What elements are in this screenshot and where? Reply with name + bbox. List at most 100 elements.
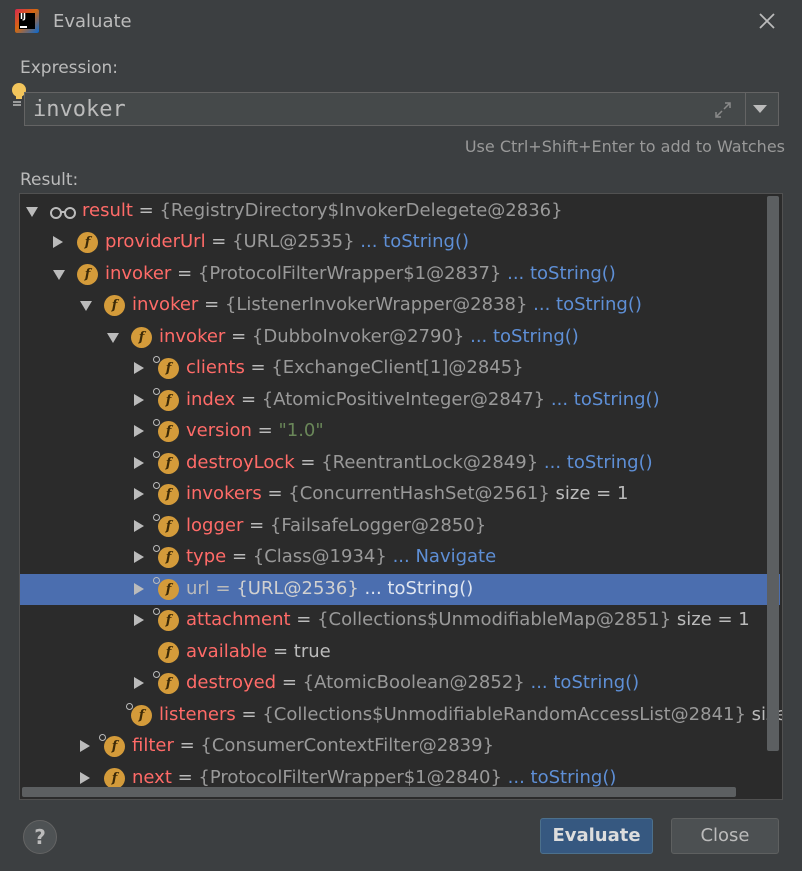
value-action-link[interactable]: ... toString() <box>360 231 469 252</box>
tree-row[interactable]: f type = {Class@1934} ... Navigate <box>20 542 780 573</box>
variable-value: {Class@1934} <box>252 546 387 567</box>
expand-arrow-icon[interactable] <box>134 614 144 626</box>
variable-name: logger <box>186 515 244 536</box>
tree-row-text: destroyLock = {ReentrantLock@2849} ... t… <box>186 452 653 473</box>
tree-row-text: filter = {ConsumerContextFilter@2839} <box>132 735 494 756</box>
close-button[interactable]: Close <box>671 818 779 854</box>
title-bar: IJ Evaluate <box>0 0 802 44</box>
tree-row[interactable]: f invoker = {DubboInvoker@2790} ... toStr… <box>20 322 780 353</box>
evaluate-button[interactable]: Evaluate <box>540 818 653 854</box>
variable-value: {ReentrantLock@2849} <box>321 452 539 473</box>
expand-arrow-icon[interactable] <box>134 583 144 595</box>
collection-size: size = 1 <box>555 483 629 504</box>
tree-row[interactable]: f listeners = {Collections$UnmodifiableRa… <box>20 700 782 731</box>
collapse-arrow-icon[interactable] <box>53 270 65 280</box>
value-action-link[interactable]: ... toString() <box>533 294 642 315</box>
expand-arrow-icon[interactable] <box>53 236 63 248</box>
variable-value: {AtomicPositiveInteger@2847} <box>261 389 546 410</box>
value-action-link[interactable]: ... toString() <box>507 263 616 284</box>
field-icon: f <box>104 768 125 789</box>
variable-name: next <box>132 767 172 788</box>
expand-icon[interactable] <box>713 100 733 120</box>
variable-value: {ProtocolFilterWrapper$1@2837} <box>197 263 502 284</box>
expand-arrow-icon[interactable] <box>134 394 144 406</box>
variable-name: result <box>82 200 133 221</box>
tree-row[interactable]: f url = {URL@2536} ... toString() <box>20 574 780 605</box>
expand-arrow-icon[interactable] <box>80 740 90 752</box>
tree-row[interactable]: f providerUrl = {URL@2535} ... toString() <box>20 227 780 258</box>
tree-row[interactable]: f filter = {ConsumerContextFilter@2839} <box>20 731 780 762</box>
field-icon: f <box>153 451 179 474</box>
tree-row[interactable]: f invokers = {ConcurrentHashSet@2561} siz… <box>20 479 780 510</box>
tree-row[interactable]: f destroyed = {AtomicBoolean@2852} ... to… <box>20 668 780 699</box>
collapse-arrow-icon[interactable] <box>107 333 119 343</box>
tree-row-text: result = {RegistryDirectory$InvokerDeleg… <box>82 200 563 221</box>
expand-arrow-icon[interactable] <box>134 362 144 374</box>
value-action-link[interactable]: ... toString() <box>470 326 579 347</box>
tree-row[interactable]: f destroyLock = {ReentrantLock@2849} ... … <box>20 448 780 479</box>
field-icon: f <box>77 264 98 285</box>
field-icon: f <box>153 514 179 537</box>
expression-input[interactable] <box>33 96 693 122</box>
tree-row[interactable]: f version = "1.0" <box>20 416 780 447</box>
value-action-link[interactable]: ... toString() <box>544 452 653 473</box>
expand-arrow-icon[interactable] <box>80 772 90 784</box>
variable-value: {DubboInvoker@2790} <box>251 326 465 347</box>
expand-arrow-icon[interactable] <box>134 488 144 500</box>
value-action-link[interactable]: ... toString() <box>530 672 639 693</box>
tree-row-text: type = {Class@1934} ... Navigate <box>186 546 497 567</box>
variable-name: destroyed <box>186 672 277 693</box>
variable-name: invoker <box>105 263 172 284</box>
tree-row[interactable]: f logger = {FailsafeLogger@2850} <box>20 511 780 542</box>
tree-row-text: listeners = {Collections$UnmodifiableRan… <box>159 704 782 726</box>
field-icon: f <box>153 388 179 411</box>
tree-row[interactable]: f index = {AtomicPositiveInteger@2847} ..… <box>20 385 780 416</box>
tree-row-text: available = true <box>186 641 331 662</box>
expand-arrow-icon[interactable] <box>134 457 144 469</box>
variable-name: clients <box>186 357 245 378</box>
horizontal-scrollbar[interactable] <box>22 787 736 797</box>
vertical-scrollbar[interactable] <box>767 196 779 751</box>
tree-row-text: invoker = {ProtocolFilterWrapper$1@2837}… <box>105 263 616 284</box>
tree-row[interactable]: f available = true <box>20 637 780 668</box>
close-icon[interactable] <box>756 10 778 32</box>
expand-arrow-icon[interactable] <box>134 677 144 689</box>
result-label: Result: <box>20 170 79 190</box>
variable-value: {RegistryDirectory$InvokerDelegete@2836} <box>159 200 563 221</box>
variable-name: type <box>186 546 227 567</box>
value-action-link[interactable]: ... Navigate <box>393 546 497 567</box>
variable-value: {Collections$UnmodifiableMap@2851} <box>317 609 672 630</box>
expand-arrow-icon[interactable] <box>134 551 144 563</box>
variable-name: providerUrl <box>105 231 206 252</box>
tree-row-text: attachment = {Collections$UnmodifiableMa… <box>186 609 750 630</box>
tree-row[interactable]: result = {RegistryDirectory$InvokerDeleg… <box>20 196 780 227</box>
tree-row[interactable]: f clients = {ExchangeClient[1]@2845} <box>20 353 780 384</box>
help-button[interactable]: ? <box>23 820 57 854</box>
expression-field[interactable] <box>24 92 779 126</box>
tree-row-text: invoker = {ListenerInvokerWrapper@2838} … <box>132 294 642 315</box>
variable-name: invoker <box>159 326 226 347</box>
tree-row[interactable]: f invoker = {ProtocolFilterWrapper$1@2837… <box>20 259 780 290</box>
collection-size: size = 1 <box>676 609 750 630</box>
variable-name: invokers <box>186 483 262 504</box>
tree-row-text: url = {URL@2536} ... toString() <box>186 578 474 599</box>
tree-row[interactable]: f attachment = {Collections$UnmodifiableM… <box>20 605 780 636</box>
tree-row-text: destroyed = {AtomicBoolean@2852} ... toS… <box>186 672 640 693</box>
expand-arrow-icon[interactable] <box>134 520 144 532</box>
history-dropdown-icon[interactable] <box>753 105 767 113</box>
value-action-link[interactable]: ... toString() <box>508 767 617 788</box>
variable-name: listeners <box>159 704 236 725</box>
tree-row[interactable]: f invoker = {ListenerInvokerWrapper@2838}… <box>20 290 780 321</box>
collapse-arrow-icon[interactable] <box>80 301 92 311</box>
value-action-link[interactable]: ... toString() <box>551 389 660 410</box>
collapse-arrow-icon[interactable] <box>26 207 38 217</box>
expand-arrow-icon[interactable] <box>134 425 144 437</box>
tree-row-text: index = {AtomicPositiveInteger@2847} ...… <box>186 389 660 410</box>
result-tree[interactable]: result = {RegistryDirectory$InvokerDeleg… <box>19 193 783 800</box>
variable-value: {ListenerInvokerWrapper@2838} <box>224 294 528 315</box>
value-action-link[interactable]: ... toString() <box>365 578 474 599</box>
variable-value: "1.0" <box>278 420 324 441</box>
variable-name: index <box>186 389 236 410</box>
variable-value: true <box>293 641 331 662</box>
field-icon: f <box>153 419 179 442</box>
